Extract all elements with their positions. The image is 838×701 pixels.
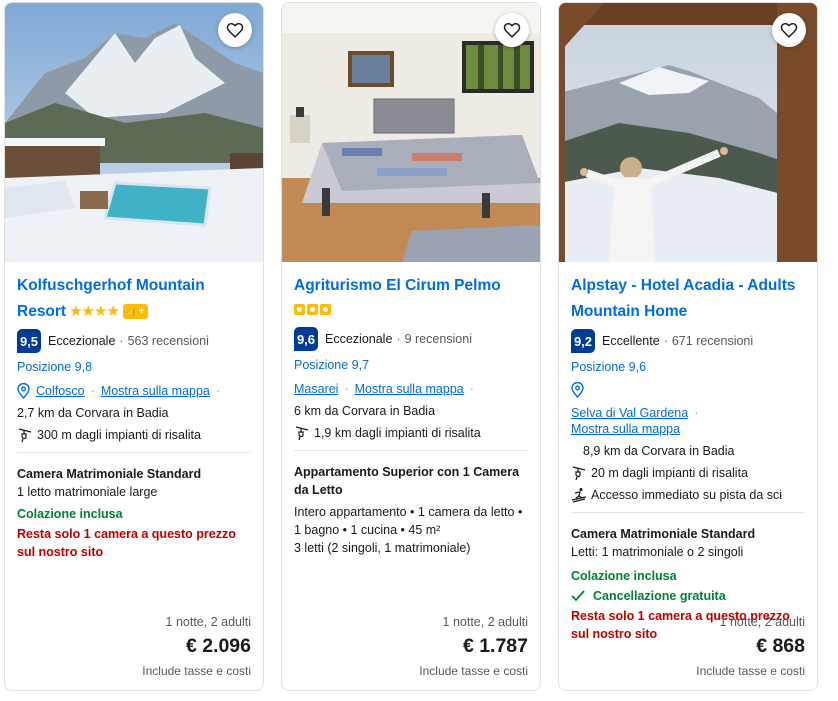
price-block: 1 notte, 2 adulti € 1.787 Include tasse … <box>419 615 528 678</box>
ski-lift-icon <box>295 426 309 441</box>
review-score-badge: 9,2 <box>571 329 595 353</box>
review-score-badge: 9,5 <box>17 329 41 353</box>
distance-town: 8,9 km da Corvara in Badia <box>583 444 735 458</box>
free-cancellation: Cancellazione gratuita <box>571 587 805 605</box>
checkmark-icon <box>571 590 585 602</box>
quality-rating-icon <box>294 304 331 315</box>
show-on-map-link[interactable]: Mostra sulla mappa <box>101 383 210 399</box>
star-rating-icon: ★★★★ <box>69 303 120 320</box>
review-score-word: Eccellente <box>602 334 660 348</box>
location-score: Posizione 9,6 <box>571 360 647 374</box>
property-card[interactable]: Alpstay - Hotel Acadia - Adults Mountain… <box>558 2 818 691</box>
scarcity-message: Resta solo 1 camera a questo prezzo sul … <box>17 527 236 559</box>
review-score-word: Eccezionale <box>325 332 393 346</box>
distance-lift: 300 m dagli impianti di risalita <box>17 427 251 443</box>
divider <box>571 512 805 513</box>
room-beds: 3 letti (2 singoli, 1 matrimoniale) <box>294 541 471 555</box>
room-title: Appartamento Superior con 1 Camera da Le… <box>294 465 520 497</box>
distance-lift: 20 m dagli impianti di risalita <box>571 465 805 481</box>
breakfast-included: Colazione inclusa <box>571 569 677 583</box>
favorite-heart-button[interactable] <box>495 13 529 47</box>
review-score-row: 9,5 Eccezionale · 563 recensioni <box>17 329 251 353</box>
price: € 1.787 <box>462 635 528 657</box>
room-detail: Intero appartamento • 1 camera da letto … <box>294 505 523 537</box>
ski-access: Accesso immediato su pista da sci <box>571 487 805 503</box>
location-score: Posizione 9,8 <box>17 360 93 374</box>
location-row: Masarei · Mostra sulla mappa · <box>294 381 474 397</box>
taxes-note: Include tasse e costi <box>142 664 251 678</box>
room-title: Camera Matrimoniale Standard <box>571 527 756 541</box>
stay-details: 1 notte, 2 adulti <box>442 615 528 629</box>
map-pin-icon <box>17 383 30 399</box>
price: € 2.096 <box>185 635 251 657</box>
show-on-map-link[interactable]: Mostra sulla mappa <box>571 421 680 437</box>
property-name[interactable]: Kolfuschgerhof Mountain Resort ★★★★ 👍+ <box>17 273 251 325</box>
review-score-row: 9,6 Eccezionale · 9 recensioni <box>294 327 528 351</box>
review-score-row: 9,2 Eccellente · 671 recensioni <box>571 329 805 353</box>
favorite-heart-button[interactable] <box>772 13 806 47</box>
location-row: Colfosco · Mostra sulla mappa · <box>17 383 251 399</box>
distance-town: 2,7 km da Corvara in Badia <box>17 406 169 420</box>
taxes-note: Include tasse e costi <box>419 664 528 678</box>
ski-lift-icon <box>18 428 32 443</box>
stay-details: 1 notte, 2 adulti <box>719 615 805 629</box>
review-score-badge: 9,6 <box>294 327 318 351</box>
property-name[interactable]: Alpstay - Hotel Acadia - Adults Mountain… <box>571 273 805 325</box>
map-pin-row <box>571 381 805 403</box>
stay-details: 1 notte, 2 adulti <box>165 615 251 629</box>
divider <box>17 452 251 453</box>
taxes-note: Include tasse e costi <box>696 664 805 678</box>
thumbs-up-preferred-icon: 👍+ <box>123 304 148 319</box>
distance-town: 6 km da Corvara in Badia <box>294 404 436 418</box>
review-count: 9 recensioni <box>404 332 472 346</box>
room-beds: Letti: 1 matrimoniale o 2 singoli <box>571 545 744 559</box>
show-on-map-link[interactable]: Mostra sulla mappa <box>355 381 464 397</box>
property-name[interactable]: Agriturismo El Cirum Pelmo <box>294 273 528 325</box>
review-count: 563 recensioni <box>127 334 209 348</box>
divider <box>294 450 528 451</box>
map-pin-icon <box>571 381 584 399</box>
heart-icon <box>503 22 521 38</box>
price-block: 1 notte, 2 adulti € 868 Include tasse e … <box>696 615 805 678</box>
location-link[interactable]: Masarei <box>294 381 338 397</box>
room-title: Camera Matrimoniale Standard <box>17 467 202 481</box>
distance-lift: 1,9 km dagli impianti di risalita <box>294 425 528 441</box>
heart-icon <box>780 22 798 38</box>
room-beds: 1 letto matrimoniale large <box>17 485 158 499</box>
location-link[interactable]: Selva di Val Gardena <box>571 405 688 421</box>
location-row: Selva di Val Gardena · Mostra sulla mapp… <box>571 405 699 437</box>
ski-lift-icon <box>572 466 586 481</box>
price: € 868 <box>756 635 805 657</box>
review-score-word: Eccezionale <box>48 334 116 348</box>
price-block: 1 notte, 2 adulti € 2.096 Include tasse … <box>142 615 251 678</box>
property-card[interactable]: Kolfuschgerhof Mountain Resort ★★★★ 👍+ 9,… <box>4 2 264 691</box>
heart-icon <box>226 22 244 38</box>
property-card[interactable]: Agriturismo El Cirum Pelmo 9,6 Ecceziona… <box>281 2 541 691</box>
review-count: 671 recensioni <box>671 334 754 348</box>
location-link[interactable]: Colfosco <box>36 383 85 399</box>
location-score: Posizione 9,7 <box>294 358 370 372</box>
breakfast-included: Colazione inclusa <box>17 507 123 521</box>
favorite-heart-button[interactable] <box>218 13 252 47</box>
skier-icon <box>571 488 587 503</box>
